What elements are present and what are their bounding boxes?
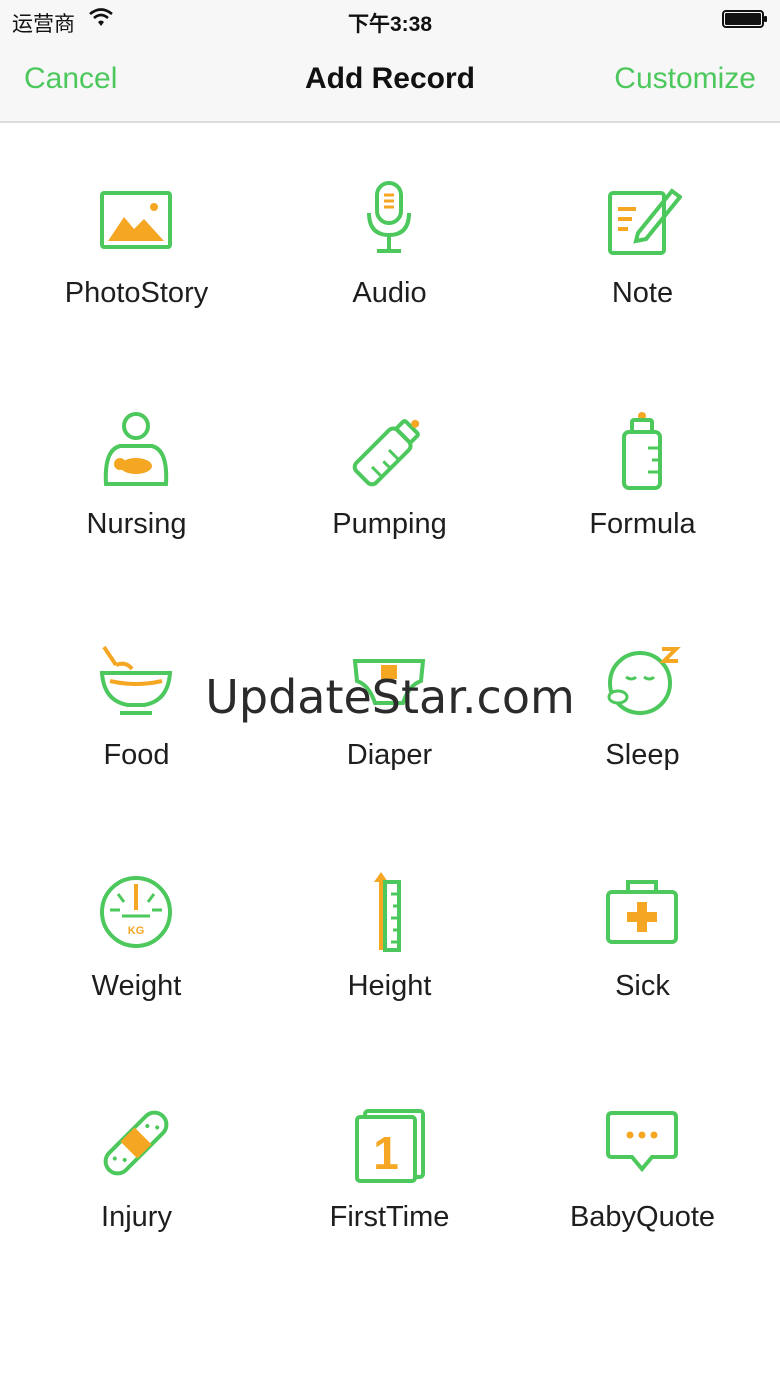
clock: 下午3:38 — [347, 13, 433, 36]
record-label: Injury — [101, 1201, 172, 1233]
record-pumping[interactable]: Pumping — [263, 354, 516, 585]
navigation-bar: Cancel Add Record Customize — [0, 40, 780, 123]
record-label: Nursing — [86, 508, 187, 540]
record-weight[interactable]: KG Weight — [10, 816, 263, 1047]
record-note[interactable]: Note — [516, 123, 769, 354]
record-firsttime[interactable]: 1 FirstTime — [263, 1047, 516, 1278]
nursing-icon — [103, 412, 169, 486]
watermark: UpdateStar.com — [205, 670, 575, 724]
record-label: Pumping — [332, 508, 447, 540]
scale-icon: KG — [100, 876, 172, 948]
battery-icon — [722, 10, 767, 28]
record-label: PhotoStory — [64, 277, 209, 309]
record-label: BabyQuote — [569, 1201, 716, 1233]
speech-bubble-icon — [606, 1111, 678, 1173]
note-icon — [608, 188, 682, 255]
record-label: Audio — [352, 277, 427, 309]
record-label: Weight — [91, 970, 182, 1002]
record-label: Note — [611, 277, 674, 309]
record-audio[interactable]: Audio — [263, 123, 516, 354]
svg-text:1: 1 — [373, 1127, 399, 1179]
record-sick[interactable]: Sick — [516, 816, 769, 1047]
formula-bottle-icon — [622, 412, 662, 490]
record-label: Formula — [589, 508, 696, 540]
record-height[interactable]: Height — [263, 816, 516, 1047]
ruler-icon — [374, 872, 401, 952]
microphone-icon — [367, 181, 411, 253]
first-aid-icon — [606, 880, 678, 944]
record-label: Food — [103, 739, 170, 771]
record-formula[interactable]: Formula — [516, 354, 769, 585]
record-label: Diaper — [346, 739, 433, 771]
svg-text:KG: KG — [128, 925, 145, 937]
status-bar: 运营商 下午3:38 — [0, 0, 780, 40]
pump-bottle-icon — [352, 419, 420, 487]
record-label: FirstTime — [329, 1201, 450, 1233]
record-label: Height — [347, 970, 432, 1002]
record-label: Sick — [615, 970, 670, 1002]
record-photostory[interactable]: PhotoStory — [10, 123, 263, 354]
record-nursing[interactable]: Nursing — [10, 354, 263, 585]
calendar-one-icon: 1 — [355, 1109, 425, 1183]
record-label: Sleep — [605, 739, 680, 771]
record-babyquote[interactable]: BabyQuote — [516, 1047, 769, 1278]
customize-button[interactable]: Customize — [614, 62, 756, 96]
bandage-icon — [103, 1110, 169, 1176]
photo-icon — [100, 191, 172, 249]
record-injury[interactable]: Injury — [10, 1047, 263, 1278]
